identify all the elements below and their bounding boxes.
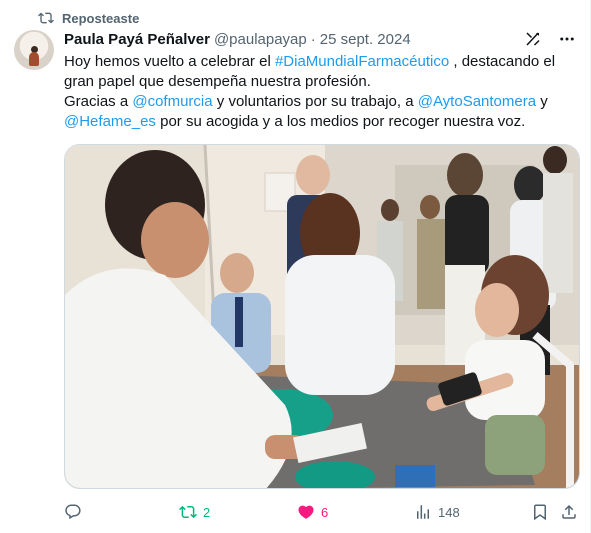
tweet-text: Hoy hemos vuelto a celebrar el #DiaMundi… [64, 53, 556, 130]
heart-filled-icon [298, 505, 314, 519]
views-icon [417, 505, 429, 519]
retweet-icon [179, 505, 197, 519]
mention-cofmurcia[interactable]: @cofmurcia [132, 93, 212, 110]
retweet-button[interactable]: 2 [179, 500, 210, 524]
views-count: 148 [438, 504, 460, 520]
grok-icon[interactable] [524, 30, 542, 48]
mention-hefame[interactable]: @Hefame_es [64, 113, 156, 130]
reply-icon [65, 504, 81, 520]
share-button[interactable] [560, 500, 578, 524]
reply-button[interactable] [64, 500, 82, 524]
hashtag-link[interactable]: #DiaMundialFarmacéutico [275, 53, 449, 70]
more-options-icon[interactable] [558, 30, 576, 48]
tweet-top-icons [524, 30, 576, 48]
avatar[interactable] [14, 30, 54, 70]
repost-label: Reposteaste [62, 10, 140, 26]
photo-illustration [65, 145, 579, 488]
author-name[interactable]: Paula Payá Peñalver [64, 31, 210, 48]
share-icon [562, 504, 576, 519]
views-button[interactable]: 148 [414, 500, 460, 524]
author-handle[interactable]: @paulapayap [214, 31, 307, 48]
tweet-photo[interactable] [64, 144, 580, 489]
tweet-card[interactable]: Reposteaste Paula Payá Peñalver @paulapa… [0, 0, 591, 533]
repost-indicator[interactable]: Reposteaste [38, 10, 139, 26]
like-count: 6 [321, 504, 329, 520]
bookmark-button[interactable] [531, 500, 549, 524]
repost-icon [38, 12, 54, 24]
tweet-header: Paula Payá Peñalver @paulapayap · 25 sep… [64, 31, 411, 48]
tweet-actions: 2 6 148 [64, 500, 580, 524]
mention-aytosantomera[interactable]: @AytoSantomera [418, 93, 536, 110]
retweet-count: 2 [203, 504, 211, 520]
separator-dot: · [310, 31, 316, 48]
bookmark-icon [534, 504, 546, 521]
like-button[interactable]: 6 [297, 500, 328, 524]
tweet-date[interactable]: 25 sept. 2024 [320, 31, 411, 48]
